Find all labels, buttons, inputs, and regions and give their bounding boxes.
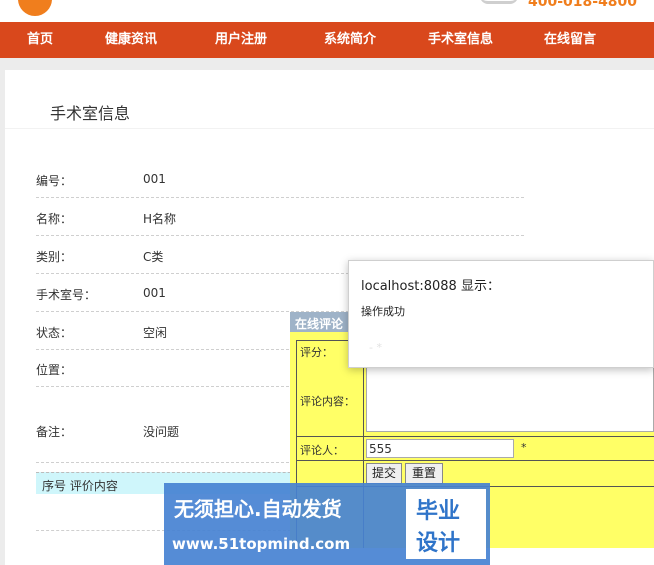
reviewer-input[interactable] <box>366 439 514 458</box>
field-value-id: 001 <box>143 172 166 186</box>
comment-form-title: 在线评论 <box>295 317 344 331</box>
watermark-url: www.51topmind.com <box>172 535 351 553</box>
watermark-banner: 无须担心.自动发货 www.51topmind.com 毕业 设计 <box>164 483 490 565</box>
required-mark: * <box>521 441 527 454</box>
field-label-name: 名称： <box>36 212 73 226</box>
watermark-badge: 毕业 设计 <box>406 489 486 559</box>
title-divider <box>5 128 654 129</box>
reset-button[interactable]: 重置 <box>405 463 443 484</box>
dialog-title: localhost:8088 显示： <box>361 279 500 294</box>
nav-home[interactable]: 首页 <box>27 22 53 58</box>
field-label-notes: 备注： <box>36 425 73 439</box>
dialog-faded-text: - * <box>369 341 382 354</box>
nav-system-intro[interactable]: 系统简介 <box>324 22 376 58</box>
comment-content-textarea[interactable] <box>366 362 654 432</box>
alert-dialog: localhost:8088 显示： 操作成功 - * <box>348 260 654 368</box>
field-value-notes: 没问题 <box>143 425 180 439</box>
field-label-status: 状态： <box>36 326 73 340</box>
site-logo[interactable] <box>18 0 52 16</box>
nav-user-register[interactable]: 用户注册 <box>215 22 267 58</box>
site-header: 400-018-4800 <box>0 0 654 22</box>
main-nav: 首页 健康资讯 用户注册 系统简介 手术室信息 在线留言 <box>0 22 654 58</box>
phone-icon <box>480 0 518 4</box>
watermark-slogan: 无须担心.自动发货 <box>174 497 342 521</box>
field-label-location: 位置： <box>36 363 73 377</box>
field-label-id: 编号： <box>36 174 73 188</box>
nav-health-news[interactable]: 健康资讯 <box>105 22 157 58</box>
field-value-status: 空闲 <box>143 326 168 340</box>
field-divider <box>36 235 524 236</box>
reviewer-label: 评论人： <box>300 444 344 457</box>
reviews-header-text: 序号 评价内容 <box>42 479 118 493</box>
field-value-name: H名称 <box>143 212 177 226</box>
dialog-message: 操作成功 <box>361 305 405 318</box>
field-label-category: 类别： <box>36 250 73 264</box>
field-label-room-number: 手术室号： <box>36 288 97 302</box>
field-divider <box>36 197 524 198</box>
watermark-badge-line2: 设计 <box>416 531 461 556</box>
submit-button[interactable]: 提交 <box>366 463 402 484</box>
form-border <box>296 436 654 437</box>
nav-online-message[interactable]: 在线留言 <box>544 22 596 58</box>
nav-operating-room-info[interactable]: 手术室信息 <box>428 22 493 58</box>
form-border <box>296 460 654 461</box>
field-value-category: C类 <box>143 250 164 264</box>
comment-content-label: 评论内容： <box>300 395 355 408</box>
rating-label: 评分： <box>300 346 333 359</box>
hotline-number: 400-018-4800 <box>528 0 638 10</box>
watermark-badge-line1: 毕业 <box>416 499 461 524</box>
page-title: 手术室信息 <box>50 104 131 123</box>
field-value-room-number: 001 <box>143 286 166 300</box>
